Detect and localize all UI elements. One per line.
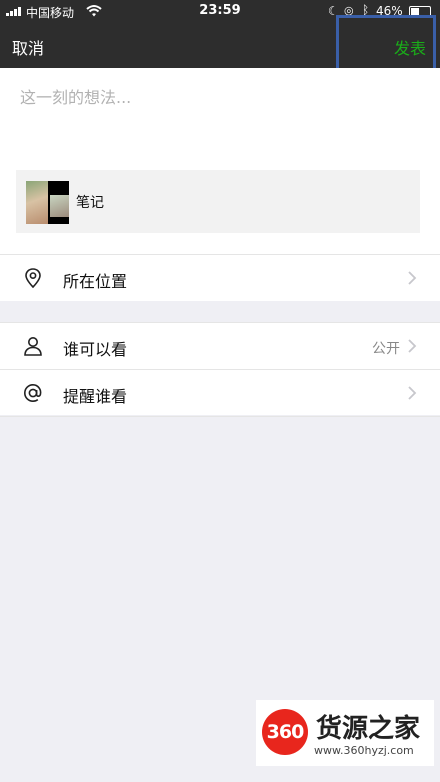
person-icon xyxy=(24,337,42,356)
publish-button[interactable]: 发表 xyxy=(394,35,426,59)
chevron-right-icon xyxy=(408,271,417,285)
visibility-label: 谁可以看 xyxy=(63,340,128,359)
top-bar: 中国移动 23:59 ☾ ◎ ᛒ 46% 取消 发表 xyxy=(0,0,440,73)
chevron-right-icon xyxy=(408,339,417,353)
divider xyxy=(0,416,440,417)
privacy-group: 谁可以看 公开 提醒谁看 xyxy=(0,323,440,415)
visibility-row[interactable]: 谁可以看 公开 xyxy=(0,323,440,369)
attachment-card[interactable]: 笔记 xyxy=(16,170,420,233)
location-group: 所在位置 xyxy=(0,255,440,301)
cancel-button[interactable]: 取消 xyxy=(12,35,44,59)
attachment-thumbnail xyxy=(26,181,69,224)
post-composer: 笔记 xyxy=(0,68,440,254)
visibility-value: 公开 xyxy=(372,341,400,357)
attachment-label: 笔记 xyxy=(76,195,104,211)
location-label: 所在位置 xyxy=(63,272,128,291)
watermark-logo: 360 货源之家 www.360hyzj.com xyxy=(256,700,434,766)
watermark-name: 货源之家 xyxy=(316,714,421,744)
location-row[interactable]: 所在位置 xyxy=(0,255,440,301)
battery-level xyxy=(411,8,419,15)
post-text-input[interactable] xyxy=(20,88,420,107)
watermark-url: www.360hyzj.com xyxy=(314,744,414,757)
watermark-360-badge: 360 xyxy=(262,709,308,755)
at-icon xyxy=(23,383,42,403)
chevron-right-icon xyxy=(408,386,417,400)
location-pin-icon xyxy=(25,268,41,289)
mention-row[interactable]: 提醒谁看 xyxy=(0,369,440,415)
mention-label: 提醒谁看 xyxy=(63,387,128,406)
